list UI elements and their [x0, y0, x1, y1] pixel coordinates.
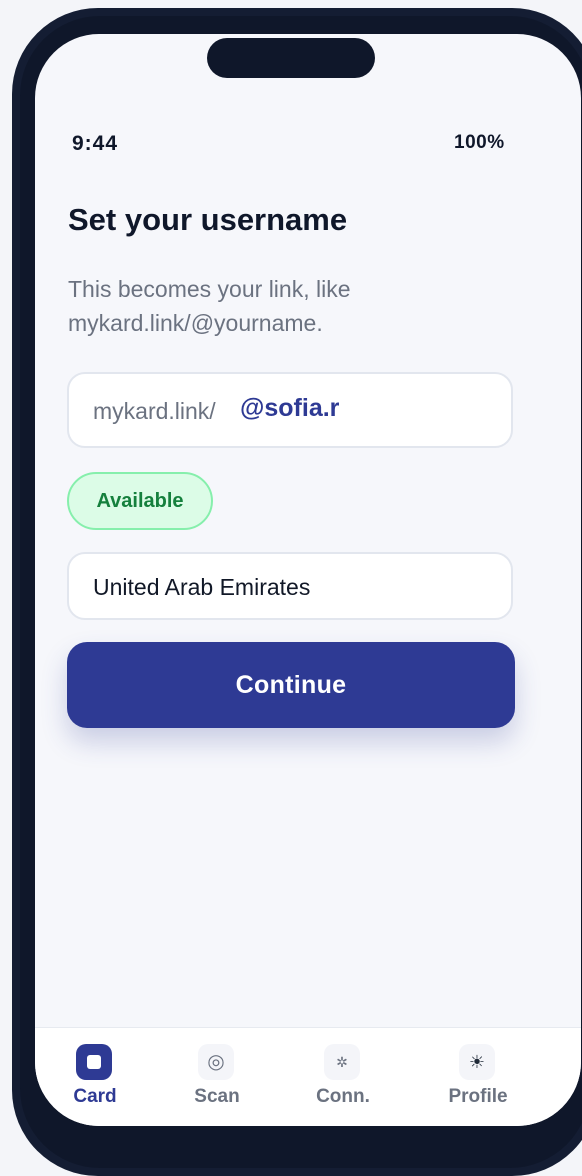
card-icon — [76, 1044, 112, 1080]
username-value[interactable]: @sofia.r — [240, 394, 339, 423]
dynamic-island — [207, 38, 375, 78]
tab-profile-label: Profile — [448, 1086, 508, 1107]
status-battery: 100% — [454, 132, 505, 153]
tab-connections-label: Conn. — [316, 1086, 370, 1107]
tab-connections[interactable]: ✲ Conn. — [283, 1028, 403, 1126]
tab-card[interactable]: Card — [35, 1028, 155, 1126]
continue-button[interactable]: Continue — [67, 642, 515, 728]
bottom-tab-bar: Card ◎ Scan ✲ Conn. ☀ Profile — [35, 1027, 581, 1126]
tab-scan[interactable]: ◎ Scan — [157, 1028, 277, 1126]
page-title: Set your username — [68, 202, 348, 237]
profile-icon: ☀ — [459, 1044, 495, 1080]
country-select[interactable]: United Arab Emirates — [67, 552, 513, 620]
scan-icon: ◎ — [198, 1044, 234, 1080]
tab-profile[interactable]: ☀ Profile — [418, 1028, 538, 1126]
connections-icon: ✲ — [324, 1044, 360, 1080]
app-screen: 9:44 100% Set your username This becomes… — [35, 34, 581, 1126]
status-time: 9:44 — [72, 132, 119, 155]
username-prefix: mykard.link/ — [93, 398, 216, 424]
tab-scan-label: Scan — [194, 1086, 240, 1107]
page-subtitle: This becomes your link, like mykard.link… — [68, 276, 351, 336]
availability-badge: Available — [67, 472, 213, 530]
country-value: United Arab Emirates — [93, 574, 311, 600]
username-input[interactable]: mykard.link/ @sofia.r — [67, 372, 513, 448]
tab-card-label: Card — [73, 1086, 117, 1107]
